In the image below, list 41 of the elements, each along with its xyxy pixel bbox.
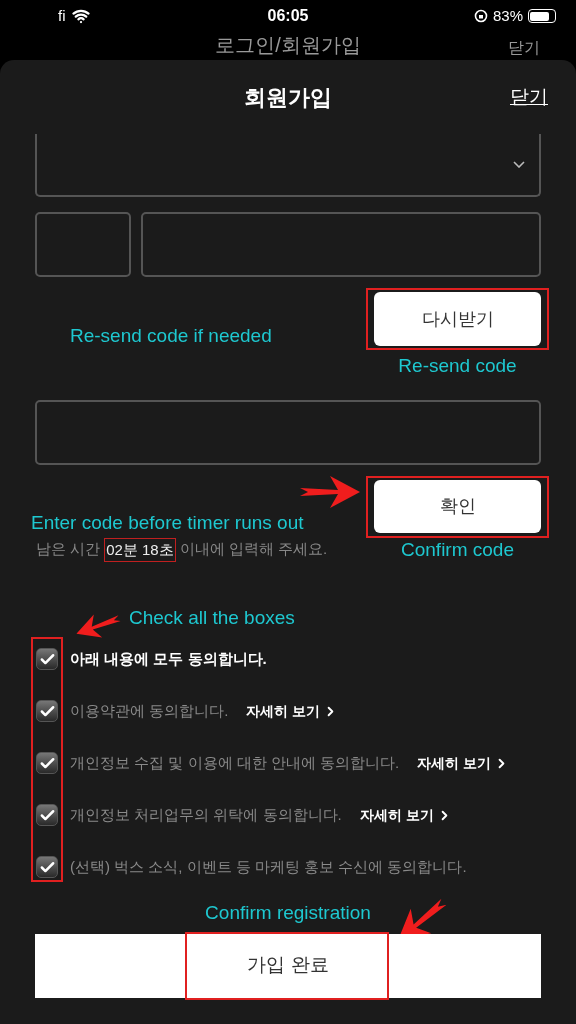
annotation-text: Check all the boxes [129,605,295,630]
annotation-text: Confirm code [401,537,514,562]
agreement-text: 아래 내용에 모두 동의합니다. [70,648,267,669]
timer-value: 02분 18초 [104,537,176,562]
annotation-text: Enter code before timer runs out [31,511,305,534]
background-title: 로그인/회원가입 [215,33,361,57]
resend-button[interactable]: 다시받기 [374,292,541,346]
close-link[interactable]: 닫기 [510,82,548,112]
checkbox[interactable] [36,752,58,774]
agreement-text: 이용약관에 동의합니다. [70,700,229,721]
annotation-text: Re-send code [398,354,517,378]
carrier-name: fi [58,5,66,26]
sheet-title: 회원가입 [244,83,332,112]
checkbox[interactable] [36,700,58,722]
details-link[interactable]: 자세히 보기 [359,804,452,826]
input-field[interactable] [141,212,541,277]
annotation-text: Confirm registration [205,901,371,925]
agreement-text: 개인정보 수집 및 이용에 대한 안내에 동의합니다. [70,752,400,773]
checkbox[interactable] [36,648,58,670]
rotation-lock-icon [473,9,488,23]
clock-time: 06:05 [267,6,309,26]
timer-label: 남은 시간 [36,538,101,559]
input-field[interactable] [35,212,131,277]
agreement-text: 개인정보 처리업무의 위탁에 동의합니다. [70,804,342,825]
battery-percent: 83% [492,5,523,26]
details-link[interactable]: 자세히 보기 [417,752,510,774]
annotation-text: Re-send code if needed [70,324,272,348]
timer-label: 이내에 입력해 주세요. [179,538,328,559]
details-link[interactable]: 자세히 보기 [246,700,339,722]
chevron-down-icon [513,161,525,168]
annotation-arrow [300,473,360,510]
wifi-icon [71,7,90,25]
submit-button[interactable]: 가입 완료 [35,933,541,998]
battery-icon [528,9,556,23]
agreement-text: (선택) 벅스 소식, 이벤트 등 마케팅 홍보 수신에 동의합니다. [70,856,467,877]
background-close: 닫기 [508,38,540,58]
checkbox[interactable] [36,856,58,878]
confirm-button[interactable]: 확인 [374,479,541,533]
dropdown-field[interactable] [35,134,541,197]
input-field[interactable] [35,399,541,465]
checkbox[interactable] [36,804,58,826]
